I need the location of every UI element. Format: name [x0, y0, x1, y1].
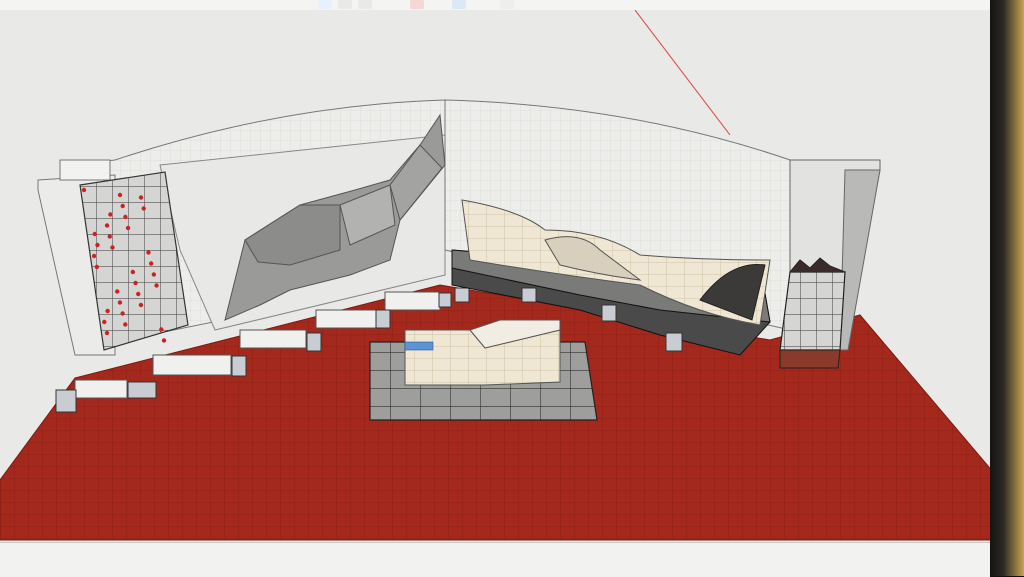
climbing-hold	[161, 338, 167, 343]
climbing-hold	[92, 231, 97, 237]
climbing-hold	[123, 322, 128, 327]
right-training-wall[interactable]	[779, 271, 846, 351]
monitor-edge	[990, 0, 1024, 576]
right-wall-mat	[779, 349, 841, 369]
logo-badge	[404, 341, 434, 351]
climbing-hold	[120, 311, 125, 316]
3d-viewport[interactable]	[0, 10, 990, 542]
climbing-hold	[108, 212, 113, 217]
climbing-hold	[117, 300, 123, 305]
climbing-hold	[154, 283, 159, 288]
select-tool-icon[interactable]	[318, 0, 332, 9]
climbing-hold	[105, 308, 110, 314]
climbing-hold	[81, 187, 87, 193]
app-window	[0, 0, 990, 577]
left-pillar-top	[59, 159, 111, 181]
climbing-hold	[120, 203, 125, 209]
climbing-hold	[125, 225, 131, 231]
climbing-hold	[104, 223, 110, 228]
climbing-hold	[95, 242, 100, 248]
climbing-hold	[130, 269, 136, 275]
climbing-hold	[159, 327, 164, 332]
climbing-hold	[91, 253, 97, 259]
status-bar	[0, 542, 990, 577]
climbing-hold	[107, 234, 112, 239]
climbing-hold	[117, 192, 123, 198]
climbing-hold	[141, 206, 146, 211]
orbit-icon[interactable]	[500, 0, 514, 9]
climbing-hold	[138, 302, 144, 308]
climbing-hold	[110, 245, 115, 250]
climbing-hold	[94, 264, 100, 270]
climbing-hold	[148, 261, 154, 266]
climbing-hold	[102, 319, 107, 325]
climbing-hold	[151, 272, 157, 277]
climbing-hold	[104, 330, 110, 336]
climbing-hold	[133, 280, 138, 286]
model-canvas[interactable]	[0, 10, 990, 542]
paint-bucket-icon[interactable]	[410, 0, 424, 9]
climbing-hold	[136, 291, 141, 297]
climbing-hold	[138, 195, 144, 200]
climbing-hold	[146, 250, 151, 255]
push-pull-icon[interactable]	[452, 0, 466, 9]
red-axis-line	[634, 10, 731, 136]
climbing-hold	[123, 214, 128, 220]
climbing-hold	[115, 289, 120, 294]
pencil-tool-icon[interactable]	[358, 0, 372, 9]
eraser-tool-icon[interactable]	[338, 0, 352, 9]
screen-photo	[0, 0, 1024, 577]
